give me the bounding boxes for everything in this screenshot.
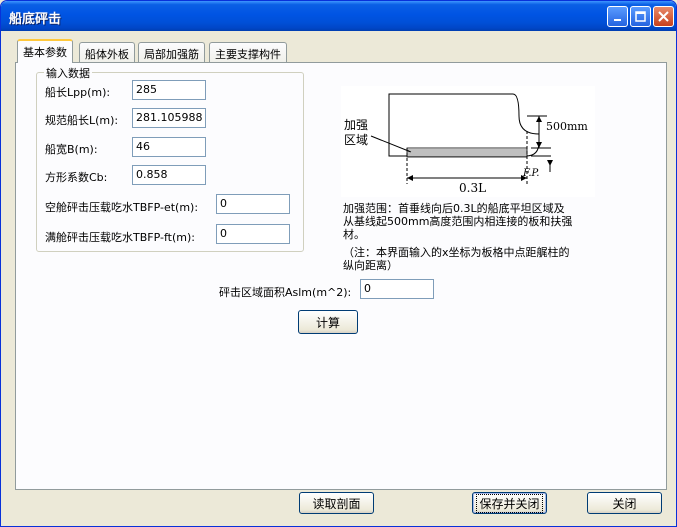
range-description: 加强范围：首垂线向后0.3L的船底平坦区域及 从基线起500mm高度范围内相连接… (343, 202, 572, 241)
read-section-label: 读取剖面 (312, 496, 361, 511)
coordinate-note: （注：本界面输入的x坐标为板格中点距艉柱的 纵向距离） (343, 246, 570, 272)
area-label: 砰击区域面积Aslm(m^2): (219, 286, 352, 299)
length-dimension-label: 0.3L (459, 181, 486, 195)
range-text-line3: 材。 (343, 228, 365, 241)
save-close-label: 保存并关闭 (476, 493, 543, 513)
read-section-button[interactable]: 读取剖面 (299, 492, 374, 514)
maximize-icon (635, 11, 646, 22)
tbfp-et-input[interactable]: 0 (216, 194, 290, 214)
tab-local-stiffeners[interactable]: 局部加强筋 (138, 42, 205, 62)
height-dimension-label: 500mm (546, 120, 588, 133)
maximize-button[interactable] (630, 6, 651, 27)
area-input[interactable]: 0 (360, 279, 434, 299)
rule-length-input[interactable]: 281.105988 (132, 108, 206, 128)
close-icon (658, 11, 669, 22)
calculate-label: 计算 (315, 315, 340, 330)
range-text-line2: 从基线起500mm高度范围内相连接的板和扶强 (343, 215, 573, 228)
close-window-button[interactable] (653, 6, 674, 27)
input-group-legend: 输入数据 (44, 65, 92, 81)
tab-label: 主要支撑构件 (215, 48, 281, 61)
strengthening-region-diagram: 500mm 加强 区域 0.3L F.P. (341, 86, 595, 197)
save-close-button[interactable]: 保存并关闭 (472, 492, 547, 514)
tab-label: 船体外板 (85, 48, 129, 61)
range-text-line1: 加强范围：首垂线向后0.3L的船底平坦区域及 (343, 202, 565, 215)
block-coef-input[interactable]: 0.858 (132, 165, 206, 185)
tbfp-ft-input[interactable]: 0 (216, 224, 290, 244)
breadth-label: 船宽B(m): (45, 143, 98, 156)
close-label: 关闭 (612, 496, 637, 511)
hull-bottom-figure: 500mm 加强 区域 0.3L F.P. (344, 93, 588, 195)
fp-label: F.P. (522, 168, 539, 179)
title-bar[interactable]: 船底砰击 (1, 1, 676, 31)
tbfp-ft-label: 满舱砰击压载吃水TBFP-ft(m): (45, 231, 195, 244)
rule-length-label: 规范船长L(m): (45, 114, 119, 127)
region-label-line1: 加强 (344, 118, 368, 132)
breadth-input[interactable]: 46 (132, 137, 206, 157)
minimize-icon (613, 18, 621, 21)
tab-primary-members[interactable]: 主要支撑构件 (209, 42, 287, 62)
lpp-label: 船长Lpp(m): (45, 86, 111, 99)
tab-shell-plate[interactable]: 船体外板 (79, 42, 135, 62)
tab-label: 基本参数 (23, 46, 67, 59)
slamming-window: 船底砰击 基本参数 船体外板 局部加强筋 主要支撑构件 输入数据 船长Lpp(m… (0, 0, 677, 527)
tab-basic-params[interactable]: 基本参数 (17, 39, 73, 63)
window-title: 船底砰击 (9, 12, 62, 27)
tab-label: 局部加强筋 (144, 48, 199, 61)
region-label-line2: 区域 (344, 133, 368, 147)
close-button[interactable]: 关闭 (587, 492, 662, 514)
lpp-input[interactable]: 285 (132, 80, 206, 100)
minimize-button[interactable] (607, 6, 628, 27)
block-coef-label: 方形系数Cb: (45, 171, 108, 184)
calculate-button[interactable]: 计算 (298, 310, 358, 334)
note-line1: （注：本界面输入的x坐标为板格中点距艉柱的 (343, 246, 570, 259)
tbfp-et-label: 空舱砰击压载吃水TBFP-et(m): (45, 201, 199, 214)
note-line2: 纵向距离） (343, 259, 398, 272)
